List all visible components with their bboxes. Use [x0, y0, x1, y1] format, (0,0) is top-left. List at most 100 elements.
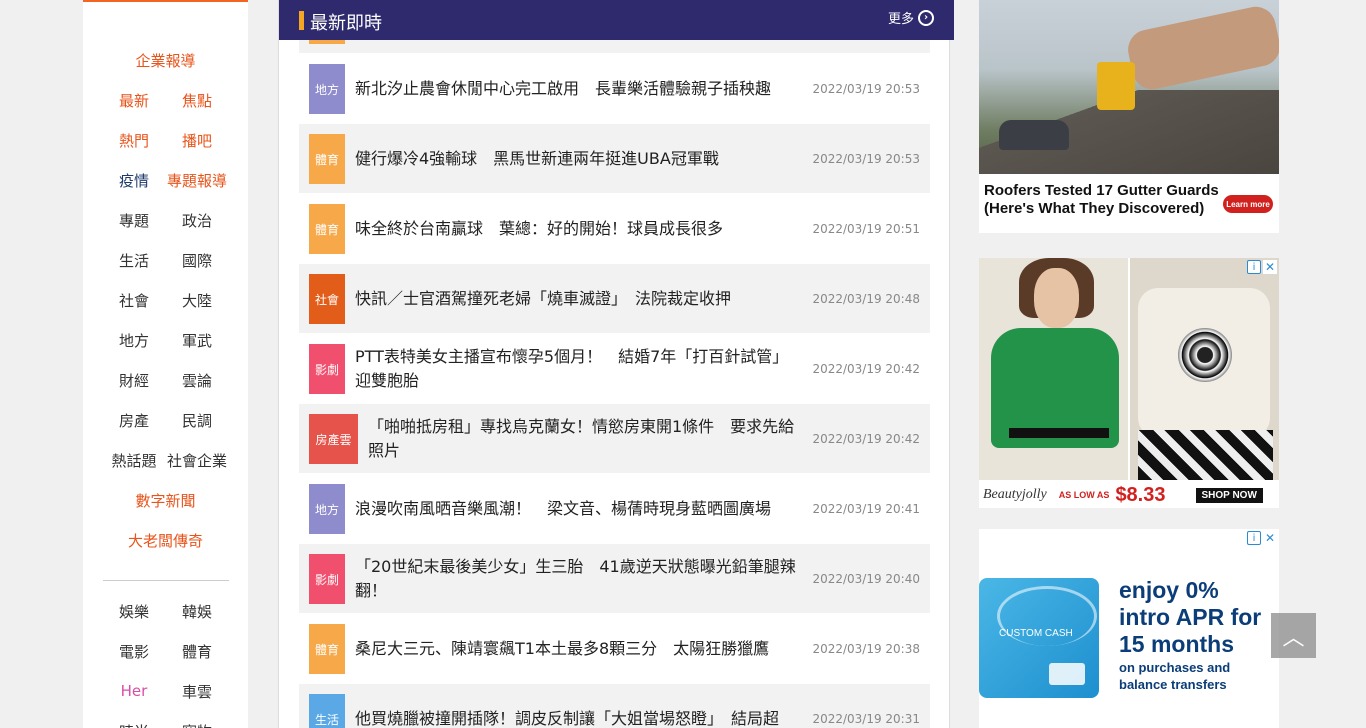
news-time: 2022/03/19 20:42 — [812, 432, 920, 446]
ad-rose-pattern — [1178, 328, 1232, 382]
news-item[interactable]: 體育 健行爆冷4強輸球 黑馬世新連兩年挺進UBA冠軍戰 2022/03/19 20:… — [299, 124, 930, 194]
nav-link[interactable]: 雲論 — [166, 370, 229, 391]
nav-link[interactable]: 車雲 — [166, 681, 229, 702]
ad-credit-card[interactable]: i ✕ CUSTOM CASH enjoy 0% intro APR for 1… — [979, 529, 1279, 728]
nav-divider — [102, 580, 229, 581]
nav-link[interactable]: 房產 — [103, 410, 166, 431]
news-headline[interactable]: 桑尼大三元、陳靖寰飆T1本土最多8顆三分 太陽狂勝獵鷹 — [355, 614, 801, 684]
ad-low-label: AS LOW AS — [1058, 490, 1110, 500]
ad-beautyjolly[interactable]: i ✕ Beautyjolly AS LOW AS $8.33 SHOP NOW — [979, 258, 1279, 508]
nav-link[interactable]: 專題報導 — [166, 170, 229, 191]
nav-link[interactable]: 地方 — [103, 330, 166, 351]
nav-link[interactable]: 民調 — [166, 410, 229, 431]
category-badge[interactable]: 體育 — [309, 134, 345, 184]
nav-link[interactable]: 社會 — [103, 290, 166, 311]
nav-link[interactable]: 軍武 — [166, 330, 229, 351]
nav-row: 生活 國際 — [83, 240, 248, 280]
news-headline[interactable]: 「啪啪抵房租」專找烏克蘭女！情慾房東開1條件 要求先給照片 — [368, 404, 801, 474]
category-badge[interactable]: 房產雲 — [309, 414, 358, 464]
news-headline[interactable]: 浪漫吹南風晒音樂風潮！ 梁文音、楊蒨時現身藍晒圖廣場 — [355, 474, 801, 544]
nav-link[interactable]: 企業報導 — [135, 50, 195, 71]
nav-link[interactable]: 大老闆傳奇 — [128, 530, 203, 551]
category-badge[interactable]: 生活 — [309, 694, 345, 728]
news-item[interactable]: 體育 桑尼大三元、陳靖寰飆T1本土最多8顆三分 太陽狂勝獵鷹 2022/03/19 … — [299, 614, 930, 684]
nav-link[interactable]: 熱話題 — [103, 450, 166, 471]
news-time: 2022/03/19 20:53 — [812, 152, 920, 166]
news-headline[interactable]: PTT表特美女主播宣布懷孕5個月！ 結婚7年「打百針試管」迎雙胞胎 — [355, 334, 801, 404]
ad-card-image: CUSTOM CASH — [979, 578, 1099, 698]
category-badge[interactable]: 體育 — [309, 624, 345, 674]
news-item[interactable]: 房產雲 「啪啪抵房租」專找烏克蘭女！情慾房東開1條件 要求先給照片 2022/03/… — [299, 404, 930, 474]
nav-link[interactable]: 寵物 — [166, 721, 229, 728]
nav-row: 大老闆傳奇 — [83, 520, 248, 560]
ad-model-right — [1130, 258, 1279, 480]
news-time: 2022/03/19 20:51 — [812, 222, 920, 236]
news-item[interactable]: 影劇 「20世紀末最後美少女」生三胎 41歲逆天狀態曝光鉛筆腿辣翻！ 2022/03… — [299, 544, 930, 614]
news-headline[interactable]: 新北汐止農會休閒中心完工啟用 長輩樂活體驗親子插秧趣 — [355, 54, 801, 124]
ad-card-logo — [1049, 663, 1085, 685]
ad-close-icon[interactable]: ✕ — [1263, 260, 1277, 274]
nav-row: 最新 焦點 — [83, 80, 248, 120]
category-badge[interactable]: 影劇 — [309, 344, 345, 394]
nav-link[interactable]: 熱門 — [103, 130, 166, 151]
news-item[interactable]: 社會 快訊／士官酒駕撞死老婦「燒車滅證」 法院裁定收押 2022/03/19 20:… — [299, 264, 930, 334]
news-item[interactable]: 地方 新北汐止農會休閒中心完工啟用 長輩樂活體驗親子插秧趣 2022/03/19 2… — [299, 54, 930, 124]
more-link[interactable]: 更多 › — [888, 8, 934, 27]
news-headline[interactable]: 健行爆冷4強輸球 黑馬世新連兩年挺進UBA冠軍戰 — [355, 124, 801, 194]
chevron-up-icon: ︿ — [1282, 625, 1305, 651]
nav-link[interactable]: 數字新聞 — [135, 490, 195, 511]
category-badge[interactable]: 影劇 — [309, 554, 345, 604]
ad-car-shape — [999, 120, 1069, 150]
news-item[interactable]: 影劇 PTT表特美女主播宣布懷孕5個月！ 結婚7年「打百針試管」迎雙胞胎 2022/… — [299, 334, 930, 404]
nav-link[interactable]: 財經 — [103, 370, 166, 391]
news-item[interactable]: 體育 味全終於台南贏球 葉總：好的開始！球員成長很多 2022/03/19 20:5… — [299, 194, 930, 264]
nav-link[interactable]: 專題 — [103, 210, 166, 231]
news-time: 2022/03/19 20:48 — [812, 292, 920, 306]
panel-title: 最新即時 — [310, 13, 382, 34]
category-badge[interactable]: 地方 — [309, 64, 345, 114]
header-accent-bar — [299, 11, 304, 30]
nav-link[interactable]: 韓娛 — [166, 601, 229, 622]
nav-link[interactable]: 娛樂 — [103, 601, 166, 622]
nav-link[interactable]: 時尚 — [103, 721, 166, 728]
news-headline[interactable]: 快訊／士官酒駕撞死老婦「燒車滅證」 法院裁定收押 — [355, 264, 801, 334]
ad-price: $8.33 — [1115, 483, 1166, 506]
nav-link[interactable]: 生活 — [103, 250, 166, 271]
nav-link[interactable]: 最新 — [103, 90, 166, 111]
news-time: 2022/03/19 20:40 — [812, 572, 920, 586]
nav-row: 電影 體育 — [83, 631, 248, 671]
news-headline[interactable]: 他買燒臘被撞開插隊！調皮反制讓「大姐當場怒瞪」 結局超 — [355, 684, 801, 728]
adchoices-icon[interactable]: i — [1247, 260, 1261, 274]
nav-link[interactable]: 社會企業 — [166, 450, 229, 471]
arrow-right-circle-icon: › — [918, 9, 934, 26]
adchoices-icon[interactable]: i — [1247, 531, 1261, 545]
nav-link[interactable]: 疫情 — [103, 170, 166, 191]
nav-link[interactable]: Her — [103, 682, 166, 700]
ad-caption: Roofers Tested 17 Gutter Guards (Here's … — [984, 182, 1219, 217]
nav-row: 社會 大陸 — [83, 280, 248, 320]
category-badge[interactable]: 地方 — [309, 484, 345, 534]
ad-gutter-guards[interactable]: Roofers Tested 17 Gutter Guards (Here's … — [979, 0, 1279, 233]
ad-brand: Beautyjolly — [983, 487, 1047, 502]
nav-link[interactable]: 政治 — [166, 210, 229, 231]
ad-drill-shape — [1097, 62, 1135, 110]
ad-shop-now-button[interactable]: SHOP NOW — [1195, 487, 1263, 503]
news-headline[interactable]: 「20世紀末最後美少女」生三胎 41歲逆天狀態曝光鉛筆腿辣翻！ — [355, 544, 801, 614]
ad-close-icon[interactable]: ✕ — [1263, 531, 1277, 545]
ad-learn-more-button[interactable]: Learn more — [1223, 195, 1273, 213]
news-item[interactable]: 地方 浪漫吹南風晒音樂風潮！ 梁文音、楊蒨時現身藍晒圖廣場 2022/03/19 2… — [299, 474, 930, 544]
nav-link[interactable]: 體育 — [166, 641, 229, 662]
nav-link[interactable]: 焦點 — [166, 90, 229, 111]
news-headline[interactable]: 味全終於台南贏球 葉總：好的開始！球員成長很多 — [355, 194, 801, 264]
back-to-top-button[interactable]: ︿ — [1271, 613, 1316, 658]
nav-link[interactable]: 國際 — [166, 250, 229, 271]
nav-row: 時尚寵物 — [83, 711, 248, 728]
category-badge[interactable]: 社會 — [309, 274, 345, 324]
nav-link[interactable]: 播吧 — [166, 130, 229, 151]
category-badge[interactable]: 體育 — [309, 204, 345, 254]
nav-row: 疫情 專題報導 — [83, 160, 248, 200]
nav-link[interactable]: 電影 — [103, 641, 166, 662]
nav-link[interactable]: 大陸 — [166, 290, 229, 311]
news-list: 地方 新北汐止農會休閒中心完工啟用 長輩樂活體驗親子插秧趣 2022/03/19 2… — [299, 0, 930, 728]
news-item[interactable]: 生活 他買燒臘被撞開插隊！調皮反制讓「大姐當場怒瞪」 結局超 2022/03/19 … — [299, 684, 930, 728]
